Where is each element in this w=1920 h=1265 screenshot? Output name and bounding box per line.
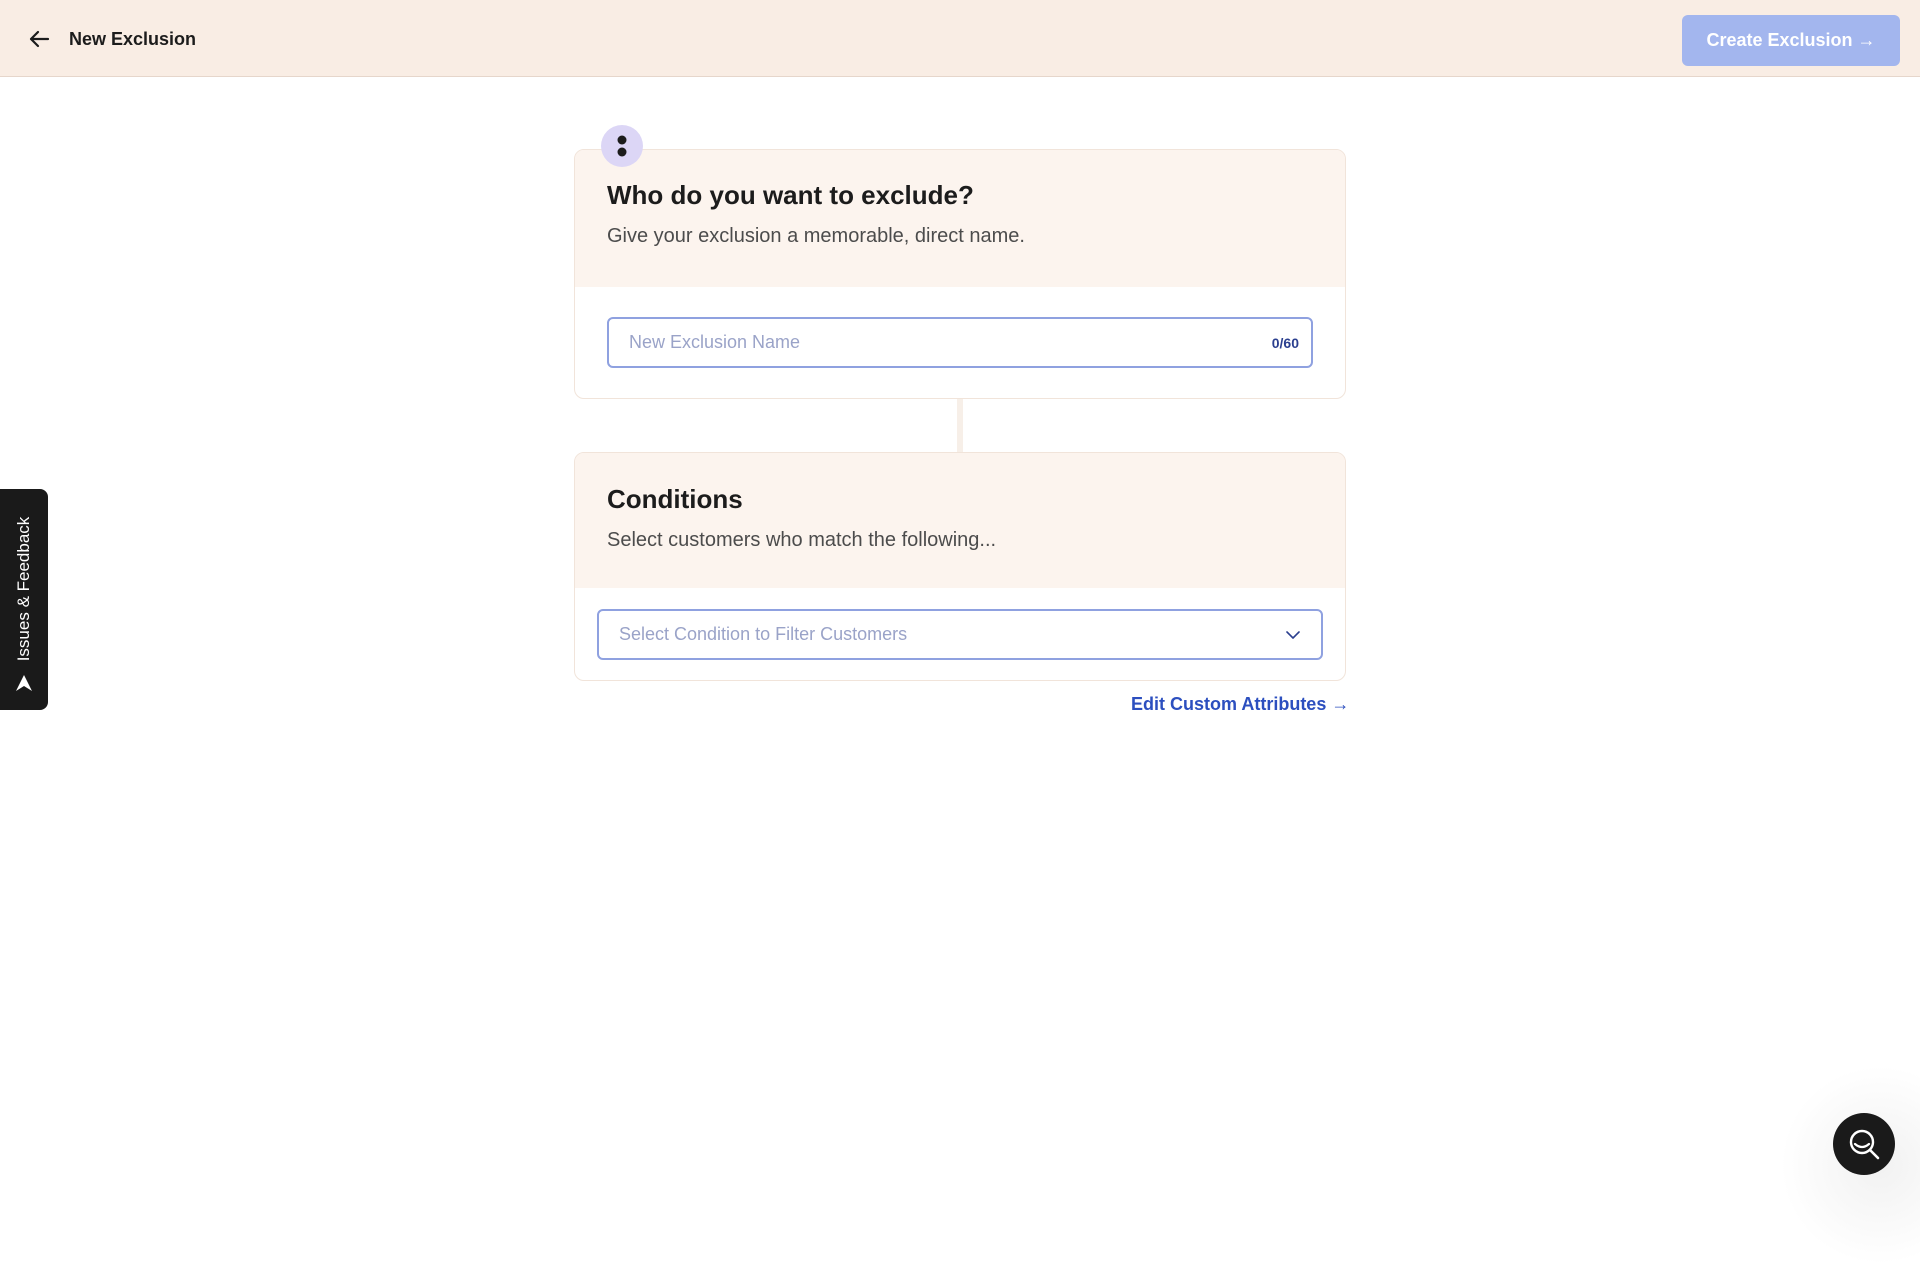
- page-title: New Exclusion: [69, 29, 197, 49]
- char-counter: 0/60: [1271, 335, 1299, 351]
- edit-custom-attributes-link[interactable]: Edit Custom Attributes →: [1131, 694, 1349, 715]
- exclusion-name-card: Who do you want to exclude? Give your ex…: [574, 149, 1346, 399]
- send-icon: [16, 675, 32, 691]
- top-bar: New Exclusion Create Exclusion →: [0, 0, 1920, 77]
- arrow-left-icon: [29, 30, 50, 48]
- select-placeholder: Select Condition to Filter Customers: [619, 624, 908, 644]
- feedback-label: Issues & Feedback: [14, 516, 33, 662]
- card-title: Who do you want to exclude?: [607, 180, 974, 210]
- chevron-down-icon: [1286, 630, 1300, 639]
- card-subtitle: Select customers who match the following…: [607, 529, 997, 551]
- step-connector: [957, 399, 963, 452]
- card-header: Conditions Select customers who match th…: [575, 453, 1345, 588]
- card-header: Who do you want to exclude? Give your ex…: [575, 150, 1345, 287]
- chat-button[interactable]: [1833, 1113, 1895, 1175]
- exclusion-name-field: 0/60: [607, 317, 1313, 368]
- drag-handle-icon: [601, 125, 643, 167]
- chat-search-icon: [1849, 1129, 1880, 1160]
- create-exclusion-button[interactable]: Create Exclusion →: [1682, 15, 1900, 66]
- feedback-tab[interactable]: Issues & Feedback: [0, 489, 48, 710]
- card-title: Conditions: [607, 484, 743, 514]
- back-button[interactable]: [26, 26, 52, 52]
- condition-select[interactable]: Select Condition to Filter Customers: [597, 609, 1323, 660]
- card-subtitle: Give your exclusion a memorable, direct …: [607, 225, 1025, 247]
- conditions-card: Conditions Select customers who match th…: [574, 452, 1346, 681]
- exclusion-name-input[interactable]: [609, 319, 1311, 366]
